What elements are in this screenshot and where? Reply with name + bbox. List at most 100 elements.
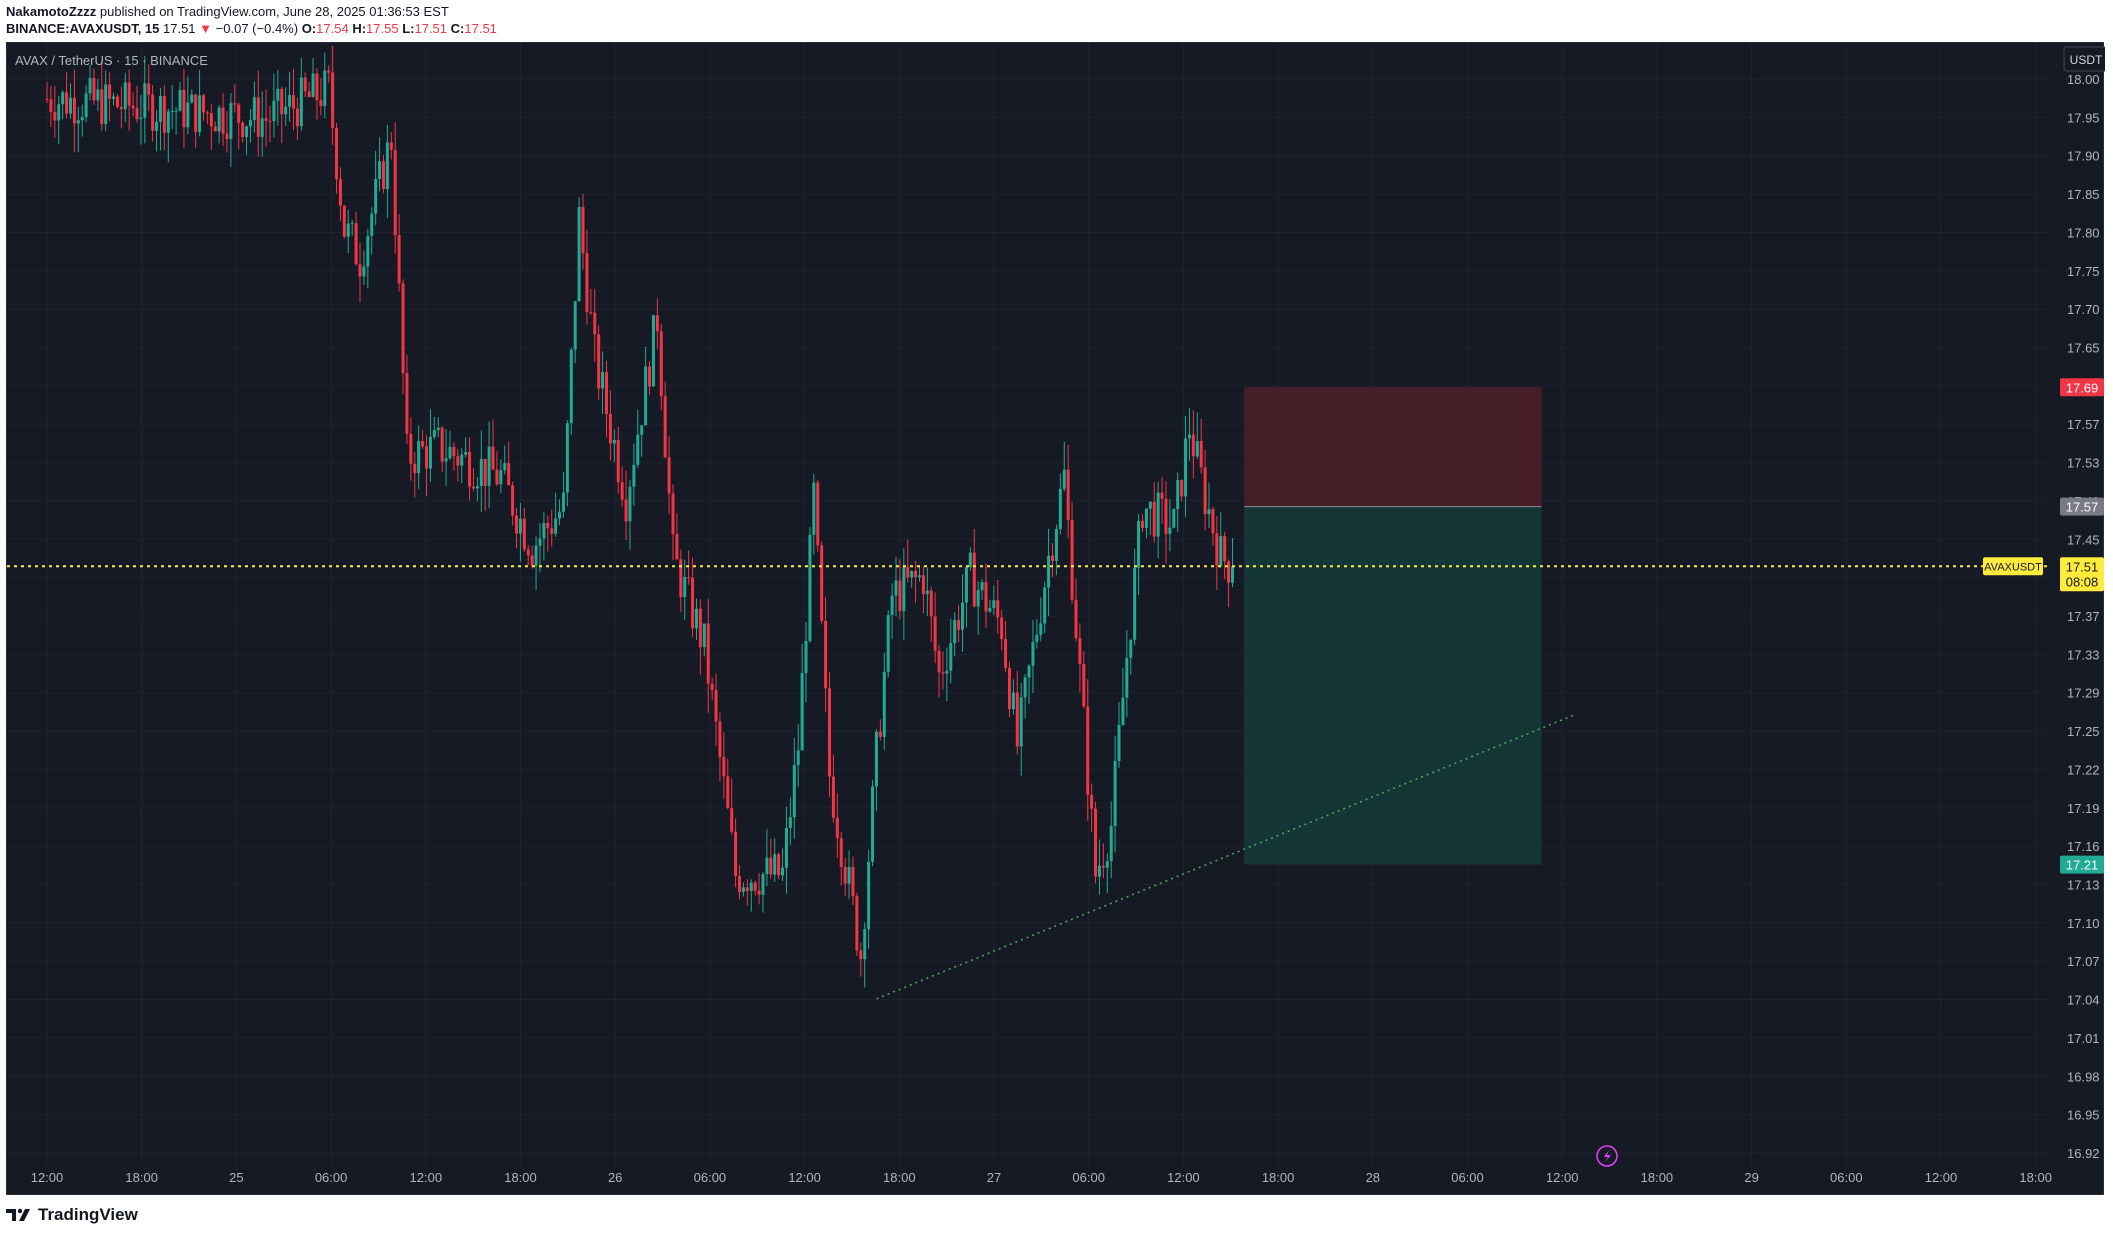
candle-body [444, 458, 448, 462]
candle-body [702, 623, 706, 648]
candle-body [710, 683, 714, 691]
candle-body [1180, 479, 1184, 497]
candle-body [413, 463, 417, 474]
candle-body [518, 518, 522, 534]
candle-body [675, 533, 679, 560]
price-chart[interactable]: 18.00 17.95 17.90 17.85 17.80 17.75 17.70 17.65… [7, 43, 2105, 1196]
candle-body [276, 88, 280, 101]
candle-body [1160, 492, 1164, 499]
candle-body [898, 580, 902, 612]
candle-body [131, 105, 135, 109]
x-tick-label: 18:00 [2019, 1170, 2052, 1185]
candle-body [49, 99, 53, 112]
candle-body [182, 89, 186, 128]
position-tool[interactable] [1244, 387, 1542, 865]
candle-body [190, 94, 194, 103]
candle-body [331, 72, 335, 128]
candle-body [166, 111, 170, 133]
candle-body [1086, 706, 1090, 795]
candle-body [941, 672, 945, 674]
candle-body [612, 439, 616, 444]
chart-area[interactable]: 18.00 17.95 17.90 17.85 17.80 17.75 17.70 17.65… [6, 42, 2105, 1196]
y-tick-label: 17.53 [2067, 456, 2100, 471]
candle-body [158, 96, 162, 122]
x-tick-label: 29 [1744, 1170, 1758, 1185]
candle-body [1141, 520, 1144, 528]
chart-legend-title: AVAX / TetherUS · 15 · BINANCE [15, 53, 208, 68]
candle-body [800, 672, 804, 751]
y-tick-label: 17.22 [2067, 762, 2100, 777]
candle-body [491, 446, 495, 470]
candle-body [1113, 760, 1117, 826]
candle-body [1004, 639, 1008, 668]
candle-body [123, 82, 127, 110]
candle-body [1047, 555, 1051, 588]
candle-body [640, 425, 644, 435]
candle-body [464, 451, 468, 455]
x-tick-label: 06:00 [1830, 1170, 1863, 1185]
candle-body [1187, 434, 1191, 439]
candle-body [229, 103, 233, 140]
author-name[interactable]: NakamotoZzzz [6, 4, 96, 19]
stop-loss-zone[interactable] [1244, 387, 1542, 507]
candle-body [671, 493, 675, 534]
candle-body [241, 122, 245, 138]
x-tick-label: 18:00 [504, 1170, 537, 1185]
candle-body [425, 446, 429, 469]
candle-body [530, 555, 534, 566]
candle-body [45, 98, 49, 100]
candle-body [194, 94, 198, 133]
candle-body [945, 670, 949, 674]
candle-body [706, 623, 710, 684]
symbol-tag: AVAXUSDT [1984, 561, 2042, 573]
candle-body [327, 70, 331, 73]
candle-body [773, 854, 777, 875]
candle-body [777, 854, 781, 876]
candle-body [284, 106, 288, 115]
candle-body [280, 88, 284, 115]
candle-body [1172, 509, 1176, 528]
candle-body [252, 97, 256, 121]
x-tick-label: 18:00 [125, 1170, 158, 1185]
candle-body [1007, 667, 1011, 710]
candle-body [507, 463, 511, 486]
candle-body [1137, 520, 1141, 568]
brand-name[interactable]: TradingView [38, 1205, 138, 1225]
candle-body [1027, 665, 1031, 678]
candle-body [616, 439, 620, 483]
candle-body [80, 117, 84, 121]
candle-body [722, 757, 726, 777]
candle-body [910, 571, 914, 578]
candle-body [178, 89, 182, 111]
candle-body [1203, 467, 1207, 515]
candle-body [202, 95, 205, 113]
candle-body [753, 882, 757, 891]
candle-body [835, 817, 839, 839]
candle-body [448, 446, 452, 459]
candle-body [213, 126, 217, 132]
symbol-info: BINANCE:AVAXUSDT, 15 [6, 21, 160, 36]
candle-body [170, 111, 174, 113]
y-tick-label: 17.16 [2067, 839, 2100, 854]
candle-body [1035, 634, 1039, 642]
candle-body [628, 486, 632, 522]
candle-body [370, 213, 374, 236]
candle-body [186, 102, 190, 128]
x-tick-label: 25 [229, 1170, 243, 1185]
candle-body [1168, 527, 1172, 534]
currency-button[interactable]: USDT [2070, 53, 2103, 67]
candle-body [151, 94, 155, 131]
candle-body [1070, 520, 1074, 600]
candle-body [745, 887, 749, 892]
candle-body [620, 482, 624, 500]
candle-body [1219, 536, 1223, 566]
candle-body [76, 120, 80, 124]
take-profit-zone[interactable] [1244, 506, 1542, 865]
candle-body [88, 78, 92, 94]
candle-body [878, 731, 882, 737]
candle-body [409, 433, 413, 464]
candle-body [1094, 808, 1098, 877]
candle-body [374, 179, 378, 214]
candle-body [315, 73, 319, 101]
candle-body [949, 643, 953, 671]
